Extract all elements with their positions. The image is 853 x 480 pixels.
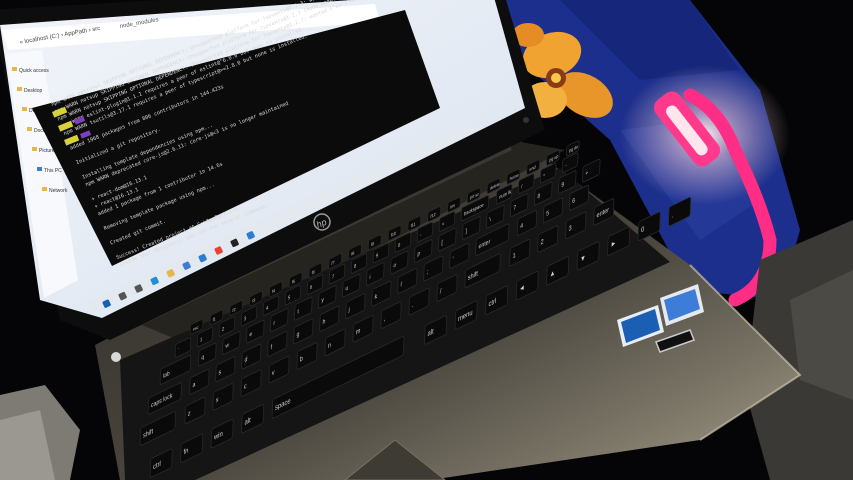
sidebar-item-icon	[32, 147, 37, 151]
sidebar-item-icon	[12, 67, 17, 71]
sidebar-item[interactable]: Network	[49, 188, 68, 194]
sidebar-item-icon	[27, 127, 32, 131]
key-label: d	[244, 355, 247, 364]
key-label: j	[348, 306, 350, 314]
sidebar-item-icon	[42, 187, 47, 191]
sidebar-item-icon	[17, 87, 22, 91]
sidebar-item[interactable]: Desktop	[24, 88, 43, 94]
key-label: z	[188, 410, 191, 419]
webcam	[523, 117, 529, 123]
photo-scene: escf1f2f3f4f5f6f7f8f9f10f11f12insprt scd…	[0, 0, 853, 480]
key-label: h	[322, 318, 325, 327]
sidebar-item-icon	[22, 107, 27, 111]
power-button[interactable]	[111, 352, 121, 362]
sidebar-item[interactable]: This PC	[44, 168, 62, 174]
key-label: s	[218, 368, 221, 377]
sidebar-item[interactable]: Quick access	[19, 68, 49, 74]
key-label: g	[296, 330, 299, 339]
sidebar-item-icon	[37, 167, 42, 171]
